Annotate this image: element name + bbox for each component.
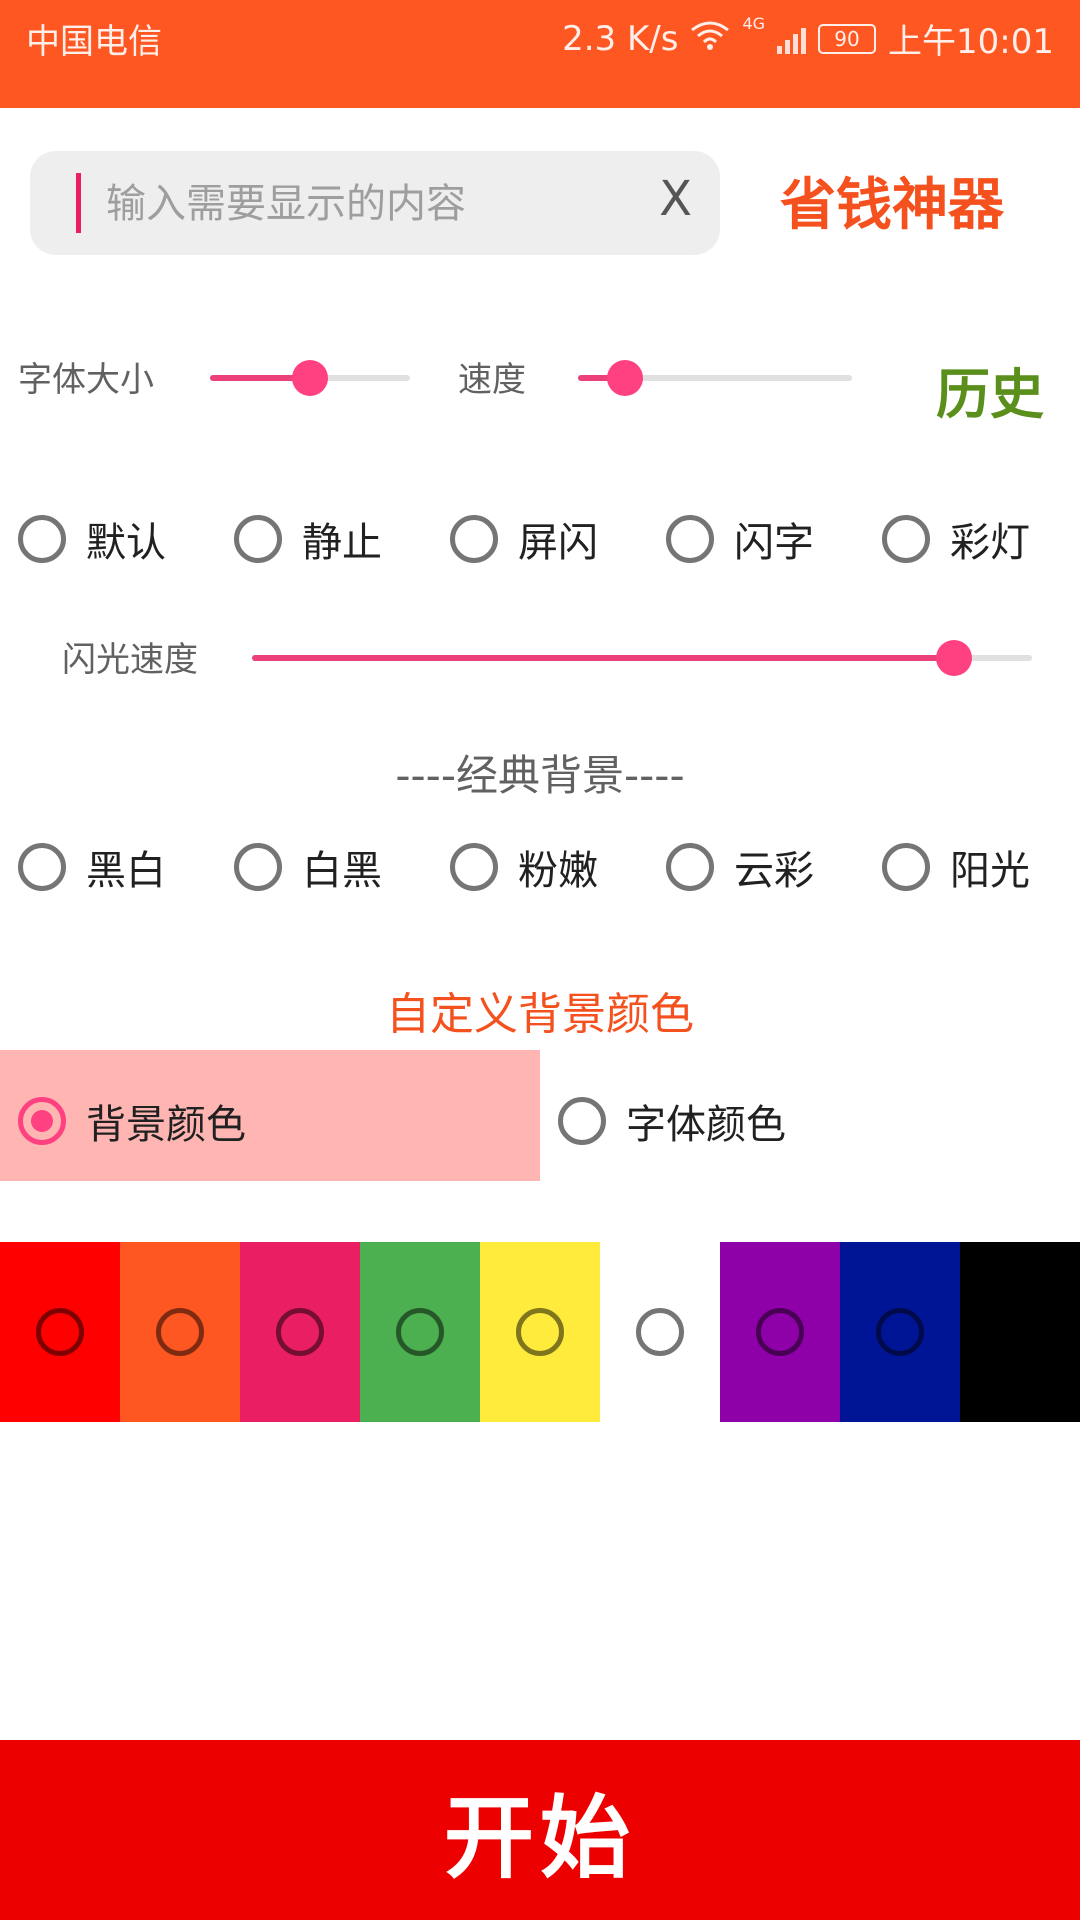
color-swatch[interactable] — [600, 1242, 720, 1422]
classic-option-black-white[interactable]: 黑白 — [18, 838, 166, 896]
radio-icon — [516, 1308, 564, 1356]
status-bar: 中国电信 2.3 K/s 4G 90 上午10:01 — [0, 0, 1080, 108]
brand-title[interactable]: 省钱神器 — [780, 160, 1004, 241]
radio-icon — [882, 515, 930, 563]
radio-icon — [882, 843, 930, 891]
clear-icon[interactable]: X — [659, 171, 692, 227]
battery-level: 90 — [834, 26, 860, 51]
color-swatch[interactable] — [120, 1242, 240, 1422]
radio-icon — [756, 1308, 804, 1356]
color-swatch[interactable] — [0, 1242, 120, 1422]
radio-icon — [558, 1097, 606, 1145]
mode-label: 闪字 — [734, 520, 814, 566]
mode-option-text-flash[interactable]: 闪字 — [666, 510, 814, 568]
target-option-font-color[interactable]: 字体颜色 — [558, 1092, 786, 1150]
mode-label: 屏闪 — [518, 520, 598, 566]
content-input[interactable] — [76, 169, 648, 239]
classic-option-sunshine[interactable]: 阳光 — [882, 838, 1030, 896]
history-button[interactable]: 历史 — [936, 350, 1044, 429]
mode-option-screen-flash[interactable]: 屏闪 — [450, 510, 598, 568]
color-swatch[interactable] — [480, 1242, 600, 1422]
color-swatch[interactable] — [960, 1242, 1080, 1422]
content-input-container: X — [30, 151, 720, 255]
radio-checked-icon — [18, 1097, 66, 1145]
radio-icon — [156, 1308, 204, 1356]
mode-option-color-lights[interactable]: 彩灯 — [882, 510, 1030, 568]
radio-icon — [234, 515, 282, 563]
radio-icon — [450, 843, 498, 891]
color-swatch[interactable] — [720, 1242, 840, 1422]
speed-slider[interactable] — [578, 360, 852, 396]
classic-label: 黑白 — [86, 848, 166, 894]
carrier-name: 中国电信 — [26, 22, 162, 62]
clock: 上午10:01 — [888, 22, 1054, 62]
flash-speed-slider-fill — [252, 655, 954, 661]
target-option-background-color[interactable]: 背景颜色 — [18, 1092, 246, 1150]
classic-option-pink[interactable]: 粉嫩 — [450, 838, 598, 896]
classic-label: 粉嫩 — [518, 848, 598, 894]
mode-option-default[interactable]: 默认 — [18, 510, 166, 568]
target-label: 字体颜色 — [626, 1102, 786, 1148]
battery-icon: 90 — [818, 23, 877, 54]
wifi-icon — [690, 19, 730, 59]
classic-label: 阳光 — [950, 848, 1030, 894]
speed-slider-thumb[interactable] — [606, 360, 643, 396]
radio-icon — [666, 515, 714, 563]
mode-label: 默认 — [86, 520, 166, 566]
network-speed: 2.3 K/s — [562, 18, 679, 59]
radio-icon — [876, 1308, 924, 1356]
classic-background-title: ----经典背景---- — [395, 751, 685, 800]
radio-icon — [234, 843, 282, 891]
color-swatch[interactable] — [360, 1242, 480, 1422]
radio-icon — [666, 843, 714, 891]
mode-option-static[interactable]: 静止 — [234, 510, 382, 568]
speed-label: 速度 — [458, 360, 526, 400]
network-type: 4G — [742, 14, 766, 33]
font-size-slider[interactable] — [210, 360, 410, 396]
font-size-slider-thumb[interactable] — [292, 360, 328, 396]
mode-label: 静止 — [302, 520, 382, 566]
classic-option-white-black[interactable]: 白黑 — [234, 838, 382, 896]
status-indicators: 2.3 K/s 4G 90 上午10:01 — [562, 14, 1054, 63]
signal-icon — [777, 24, 807, 54]
radio-icon — [18, 515, 66, 563]
target-label: 背景颜色 — [86, 1102, 246, 1148]
radio-icon — [36, 1308, 84, 1356]
flash-speed-slider-thumb[interactable] — [936, 640, 972, 676]
start-button[interactable]: 开始 — [0, 1740, 1080, 1920]
radio-icon — [276, 1308, 324, 1356]
classic-label: 云彩 — [734, 848, 814, 894]
color-swatch[interactable] — [840, 1242, 960, 1422]
flash-speed-label: 闪光速度 — [62, 640, 198, 680]
mode-label: 彩灯 — [950, 520, 1030, 566]
flash-speed-slider[interactable] — [252, 640, 1032, 676]
classic-label: 白黑 — [302, 848, 382, 894]
radio-icon — [636, 1308, 684, 1356]
custom-background-title: 自定义背景颜色 — [386, 989, 694, 1040]
font-size-label: 字体大小 — [18, 360, 154, 400]
color-swatch[interactable] — [240, 1242, 360, 1422]
radio-icon — [396, 1308, 444, 1356]
radio-icon — [450, 515, 498, 563]
radio-icon — [18, 843, 66, 891]
classic-option-cloud[interactable]: 云彩 — [666, 838, 814, 896]
